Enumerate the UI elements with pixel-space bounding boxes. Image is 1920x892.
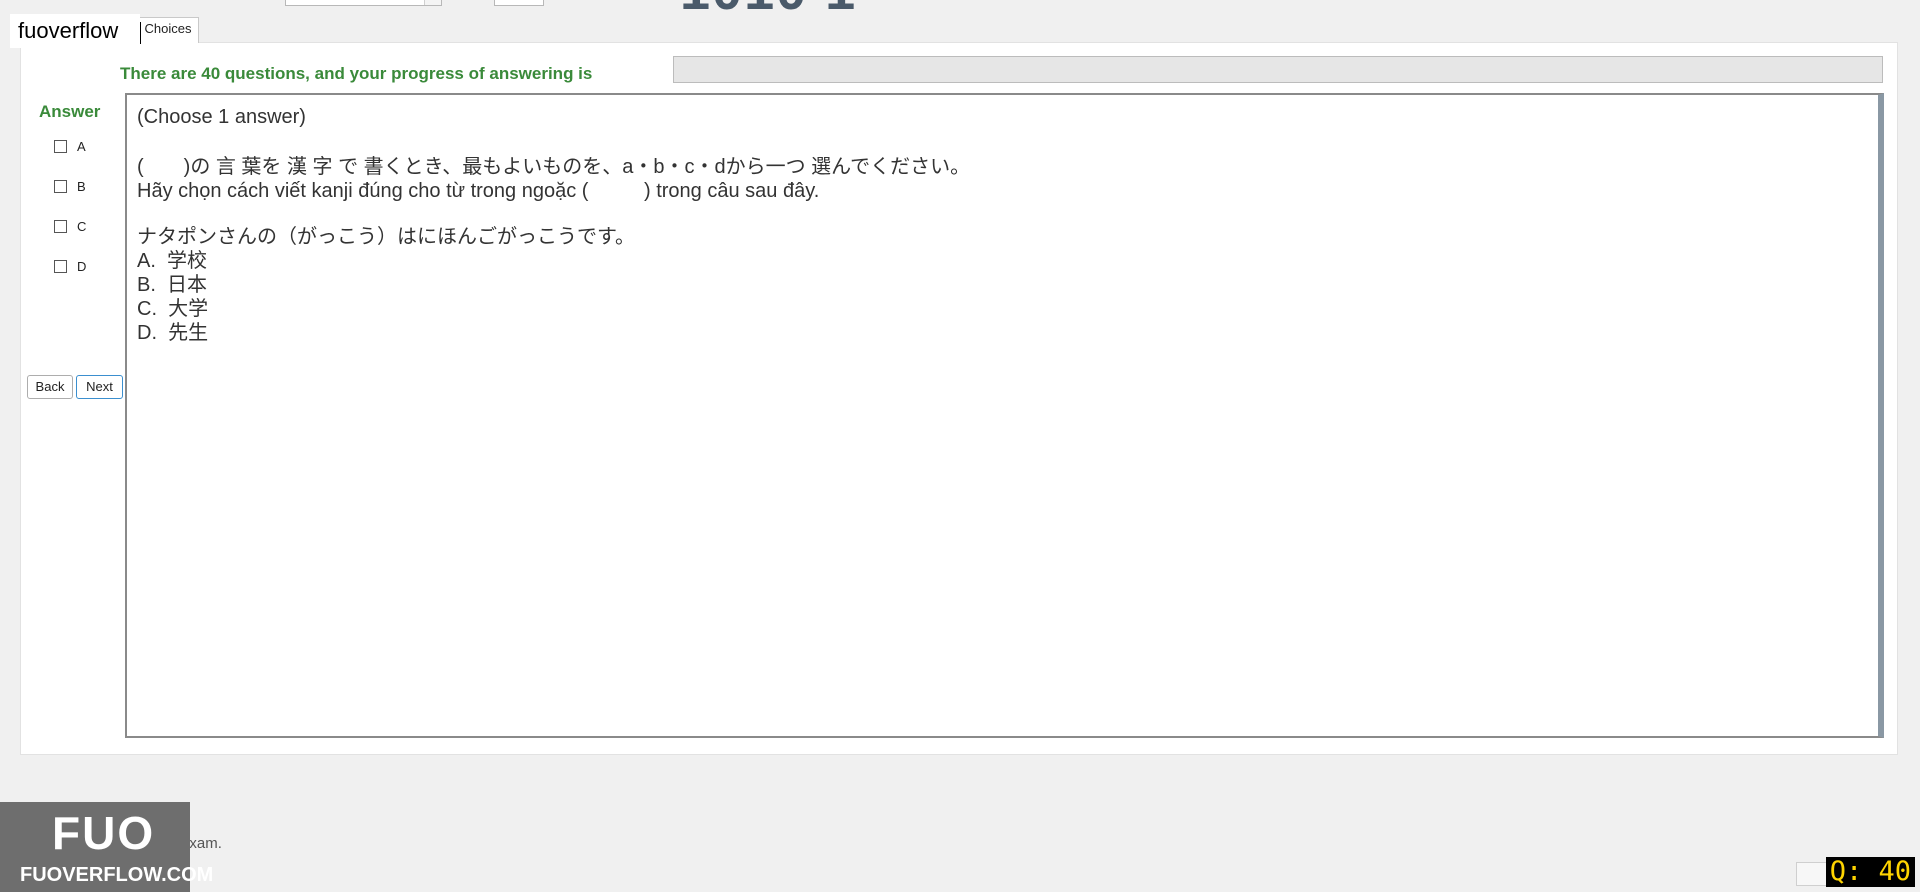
tab-choices[interactable]: Choices [137, 17, 199, 43]
question-instruction: (Choose 1 answer) [137, 106, 306, 128]
checkbox[interactable] [54, 140, 67, 153]
checkbox[interactable] [54, 220, 67, 233]
choice-d: D. 先生 [137, 322, 209, 344]
question-content: (Choose 1 answer) ( )の 言 葉を 漢 字 で 書くとき、最… [125, 93, 1884, 738]
progress-label: There are 40 questions, and your progres… [120, 64, 593, 83]
answer-option-d[interactable]: D [54, 259, 86, 274]
top-cutoff-label: 1010 1 [680, 0, 857, 22]
logo-big-text: FUO [52, 807, 156, 859]
watermark-label: fuoverflow [10, 14, 140, 48]
logo-small-text: FUOVERFLOW.COM [20, 864, 214, 886]
question-sentence: ナタポンさんの（がっこう）はにほんごがっこうです。 [137, 226, 635, 248]
answer-option-label: C [77, 219, 87, 234]
answer-option-label: B [77, 179, 86, 194]
back-button[interactable]: Back [27, 375, 73, 399]
answer-label: Answer [39, 102, 101, 121]
question-prompt-jp: ( )の 言 葉を 漢 字 で 書くとき、最もよいものを、a・b・c・dから一つ… [137, 156, 971, 178]
answer-option-a[interactable]: A [54, 139, 86, 154]
choice-c: C. 大学 [137, 298, 209, 320]
next-button[interactable]: Next [76, 375, 123, 399]
answer-option-label: D [77, 259, 87, 274]
question-prompt-vi: Hãy chọn cách viết kanji đúng cho từ tro… [137, 180, 820, 202]
top-input-box[interactable] [494, 0, 544, 6]
progress-bar [673, 56, 1883, 83]
question-counter: Q: 40 [1825, 857, 1915, 887]
combobox-arrow[interactable] [424, 0, 441, 5]
answer-option-b[interactable]: B [54, 179, 86, 194]
checkbox[interactable] [54, 180, 67, 193]
checkbox[interactable] [54, 260, 67, 273]
answer-option-label: A [77, 139, 86, 154]
text-cursor [140, 22, 141, 44]
top-combobox[interactable] [285, 0, 442, 6]
answer-option-c[interactable]: C [54, 219, 86, 234]
choice-b: B. 日本 [137, 274, 208, 296]
fuoverflow-logo: FUO FUOVERFLOW.COM [0, 802, 213, 892]
choice-a: A. 学校 [137, 250, 208, 272]
